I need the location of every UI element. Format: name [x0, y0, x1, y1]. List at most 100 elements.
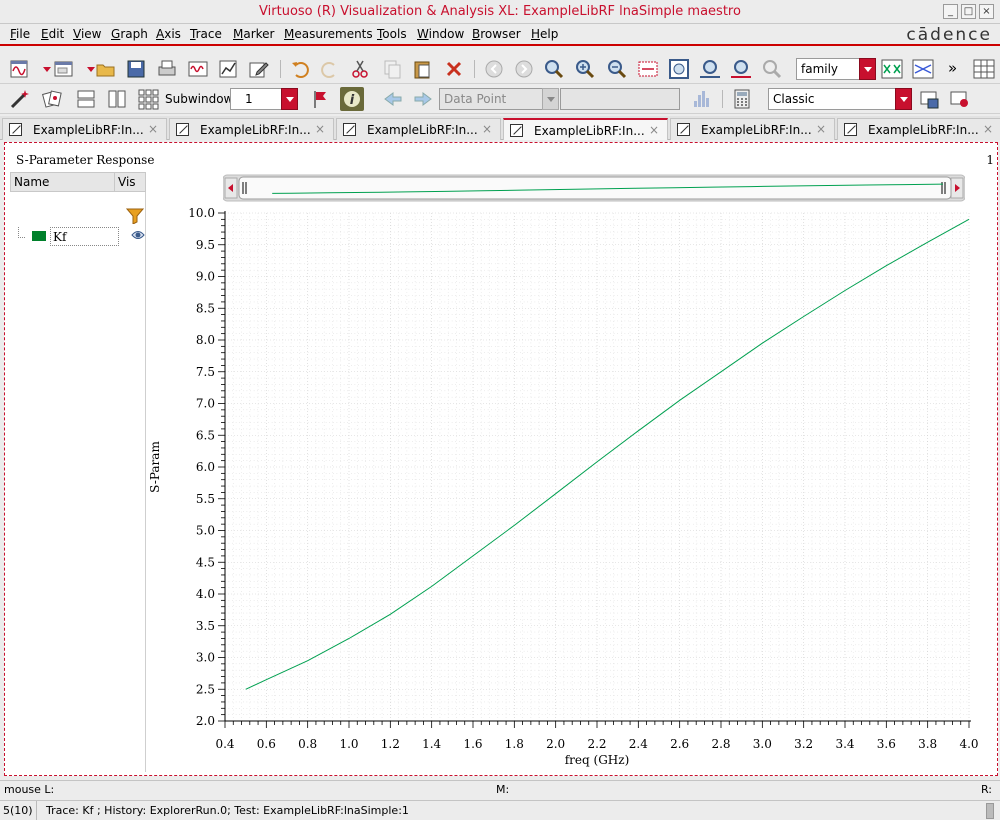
- menu-tools[interactable]: Tools: [377, 27, 407, 41]
- paste-icon[interactable]: [410, 57, 434, 81]
- grid-layout-icon[interactable]: [136, 87, 160, 111]
- close-window-button[interactable]: ×: [979, 4, 994, 19]
- preview-icon[interactable]: [948, 87, 972, 111]
- family-merge-icon[interactable]: [911, 57, 935, 81]
- waveform-icon[interactable]: [186, 57, 210, 81]
- new-window-icon[interactable]: [52, 57, 76, 81]
- menu-file[interactable]: File: [10, 27, 30, 41]
- data-point-value-field[interactable]: [560, 88, 680, 110]
- chevron-down-icon[interactable]: [542, 88, 559, 110]
- stack-layout-icon[interactable]: [74, 87, 98, 111]
- zoom-icon[interactable]: [542, 57, 566, 81]
- next-point-icon[interactable]: [411, 87, 435, 111]
- chevron-down-icon[interactable]: [79, 57, 95, 81]
- menu-window[interactable]: Window: [417, 27, 464, 41]
- close-icon[interactable]: ×: [649, 123, 659, 137]
- menu-measurements[interactable]: Measurements: [284, 27, 373, 41]
- app-window: Virtuoso (R) Visualization & Analysis XL…: [0, 0, 1000, 820]
- cut-icon[interactable]: [348, 57, 372, 81]
- bottom-status-bar: 5(10) Trace: Kf ; History: ExplorerRun.0…: [0, 800, 1000, 820]
- close-icon[interactable]: ×: [816, 122, 826, 136]
- subwindow-frame[interactable]: S-Parameter Response 1 Name Vis Kf 2.0 2…: [4, 142, 998, 776]
- family-split-icon[interactable]: [880, 57, 904, 81]
- copy-icon[interactable]: [380, 57, 404, 81]
- redo-icon[interactable]: [318, 57, 342, 81]
- x-scroller[interactable]: [222, 173, 966, 203]
- close-icon[interactable]: ×: [148, 122, 158, 136]
- fit-x-icon[interactable]: [636, 57, 660, 81]
- tab-5[interactable]: ExampleLibRF:In... ×: [670, 118, 835, 140]
- menu-marker[interactable]: Marker: [233, 27, 274, 41]
- prev-point-icon[interactable]: [381, 87, 405, 111]
- filter-icon[interactable]: [125, 208, 145, 227]
- menu-edit[interactable]: Edit: [41, 27, 64, 41]
- zoom-y-icon[interactable]: [729, 57, 753, 81]
- menu-axis[interactable]: Axis: [156, 27, 181, 41]
- chevron-down-icon[interactable]: [35, 57, 51, 81]
- print-icon[interactable]: [155, 57, 179, 81]
- calculator-icon[interactable]: [730, 87, 754, 111]
- menu-graph[interactable]: Graph: [111, 27, 148, 41]
- trace-row[interactable]: Kf: [18, 227, 146, 247]
- histogram-icon[interactable]: [690, 87, 714, 111]
- menu-view[interactable]: View: [73, 27, 101, 41]
- save-icon[interactable]: [124, 57, 148, 81]
- tab-6[interactable]: ExampleLibRF:In... ×: [837, 118, 1000, 140]
- x-tick-label: 1.8: [505, 737, 524, 751]
- close-icon[interactable]: ×: [315, 122, 325, 136]
- chevron-down-icon[interactable]: [859, 58, 876, 80]
- legend-name-header[interactable]: Name: [14, 175, 49, 189]
- subwindow-select[interactable]: 1: [230, 88, 298, 110]
- main-toolbar: family »: [0, 54, 1000, 84]
- graph-window-icon: [176, 123, 189, 136]
- trace-name[interactable]: Kf: [50, 227, 119, 246]
- tab-3[interactable]: ExampleLibRF:In... ×: [336, 118, 501, 140]
- edit-pencil-icon[interactable]: [247, 57, 271, 81]
- zoom-out-icon[interactable]: [605, 57, 629, 81]
- chevron-down-icon[interactable]: [281, 88, 298, 110]
- scroll-thumb[interactable]: [238, 176, 952, 200]
- magic-wand-icon[interactable]: [8, 87, 32, 111]
- y-tick-label: 6.0: [196, 460, 215, 474]
- zoom-in-icon[interactable]: [573, 57, 597, 81]
- tab-1[interactable]: ExampleLibRF:In... ×: [2, 118, 167, 140]
- graph-edit-icon[interactable]: [217, 57, 241, 81]
- delete-icon[interactable]: [442, 57, 466, 81]
- line-chart[interactable]: 2.0 2.5 3.0 3.5 4.0 4.5 5.0 5.5 6.0 6.5 7.0 7.5 8.0 8…: [143, 201, 983, 771]
- maximize-button[interactable]: □: [961, 4, 976, 19]
- series-line-kf[interactable]: [245, 218, 970, 690]
- close-icon[interactable]: ×: [482, 122, 492, 136]
- layout-grid-icon[interactable]: [972, 57, 996, 81]
- menu-browser[interactable]: Browser: [472, 27, 521, 41]
- y-tick-label: 4.5: [196, 555, 215, 569]
- toolbar-overflow[interactable]: »: [948, 59, 957, 77]
- menu-trace[interactable]: Trace: [190, 27, 222, 41]
- back-icon[interactable]: [482, 57, 506, 81]
- subwindow-select-value: 1: [245, 92, 253, 106]
- save-style-icon[interactable]: [918, 87, 942, 111]
- open-folder-icon[interactable]: [94, 57, 118, 81]
- undo-icon[interactable]: [288, 57, 312, 81]
- wizard-new-icon[interactable]: [8, 57, 32, 81]
- x-tick-label: 4.0: [959, 737, 978, 751]
- chevron-down-icon[interactable]: [895, 88, 912, 110]
- tab-label: ExampleLibRF:In...: [33, 123, 144, 137]
- fit-all-icon[interactable]: [667, 57, 691, 81]
- flag-icon[interactable]: [308, 87, 332, 111]
- menu-help[interactable]: Help: [531, 27, 558, 41]
- status-scroll-handle[interactable]: [986, 803, 994, 819]
- zoom-x-icon[interactable]: [698, 57, 722, 81]
- zoom-reset-icon[interactable]: [760, 57, 784, 81]
- close-icon[interactable]: ×: [983, 122, 993, 136]
- forward-icon[interactable]: [512, 57, 536, 81]
- style-select[interactable]: Classic: [768, 88, 912, 110]
- info-icon[interactable]: i: [340, 87, 364, 111]
- legend-vis-header[interactable]: Vis: [114, 173, 136, 191]
- tab-2[interactable]: ExampleLibRF:In... ×: [169, 118, 334, 140]
- side-layout-icon[interactable]: [105, 87, 129, 111]
- cards-icon[interactable]: [40, 87, 64, 111]
- data-point-select[interactable]: Data Point: [439, 88, 559, 110]
- minimize-button[interactable]: _: [943, 4, 958, 19]
- tab-4[interactable]: ExampleLibRF:In... ×: [503, 118, 668, 140]
- family-select[interactable]: family: [796, 58, 876, 80]
